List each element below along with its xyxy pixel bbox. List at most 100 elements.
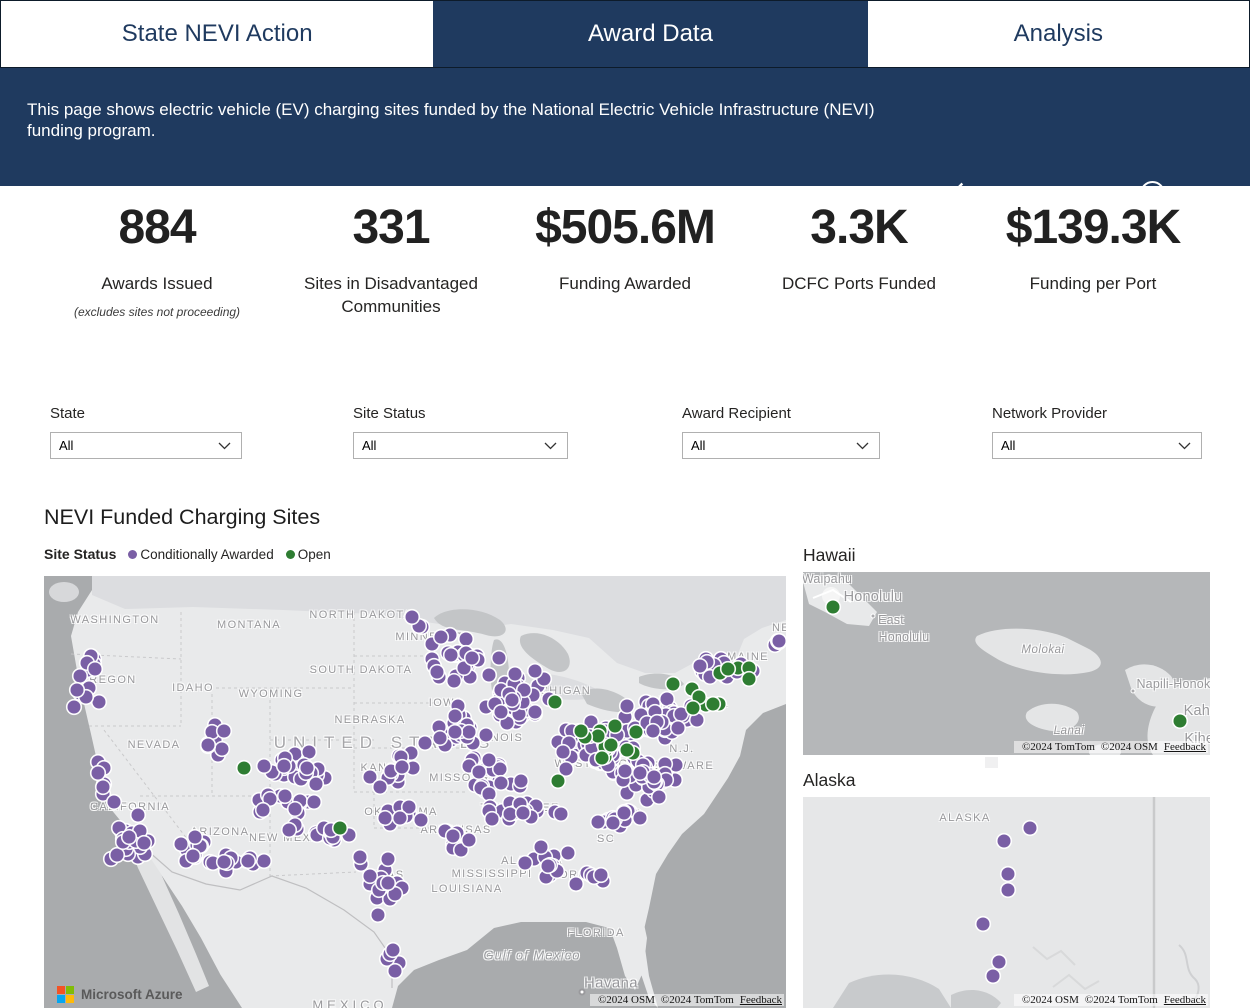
tab-state-nevi-action[interactable]: State NEVI Action <box>1 1 433 67</box>
charging-site-dot[interactable] <box>310 777 323 790</box>
charging-site-dot[interactable] <box>674 707 687 720</box>
charging-site-dot[interactable] <box>1002 868 1015 881</box>
charging-site-dot[interactable] <box>634 767 647 780</box>
charging-site-dot[interactable] <box>466 652 479 665</box>
charging-site-dot[interactable] <box>535 841 548 854</box>
charging-site-dot[interactable] <box>998 835 1011 848</box>
charging-site-dot[interactable] <box>722 662 735 675</box>
charging-site-dot[interactable] <box>302 745 315 758</box>
charging-site-dot[interactable] <box>132 808 145 821</box>
charging-site-dot[interactable] <box>308 796 321 809</box>
tab-analysis[interactable]: Analysis <box>868 1 1249 67</box>
charging-site-dot[interactable] <box>693 659 706 672</box>
charging-site-dot[interactable] <box>661 693 674 706</box>
charging-site-dot[interactable] <box>595 868 608 881</box>
charging-site-dot[interactable] <box>107 796 120 809</box>
filter-dropdown[interactable]: All <box>50 432 242 459</box>
charging-site-dot[interactable] <box>620 743 633 756</box>
charging-site-dot[interactable] <box>175 838 188 851</box>
charging-site-dot[interactable] <box>93 695 106 708</box>
charging-site-dot[interactable] <box>1024 822 1037 835</box>
charging-site-dot[interactable] <box>569 877 582 890</box>
charging-site-dot[interactable] <box>561 847 574 860</box>
charging-site-dot[interactable] <box>690 713 703 726</box>
charging-site-dot[interactable] <box>609 720 622 733</box>
charging-site-dot[interactable] <box>435 631 448 644</box>
charging-site-dot[interactable] <box>89 663 102 676</box>
charging-site-dot[interactable] <box>482 669 495 682</box>
charging-site-dot[interactable] <box>634 812 647 825</box>
charging-site-dot[interactable] <box>492 652 505 665</box>
charging-site-dot[interactable] <box>505 694 518 707</box>
charging-site-dot[interactable] <box>111 848 124 861</box>
charging-site-dot[interactable] <box>1174 715 1187 728</box>
charging-site-dot[interactable] <box>188 830 201 843</box>
charging-site-dot[interactable] <box>977 918 990 931</box>
charging-site-dot[interactable] <box>217 855 230 868</box>
charging-site-dot[interactable] <box>494 762 507 775</box>
charging-site-dot[interactable] <box>256 803 269 816</box>
charging-site-dot[interactable] <box>552 775 565 788</box>
charging-site-dot[interactable] <box>604 738 617 751</box>
charging-site-dot[interactable] <box>993 956 1006 969</box>
charging-site-dot[interactable] <box>373 780 386 793</box>
charging-site-dot[interactable] <box>406 611 419 624</box>
charging-site-dot[interactable] <box>403 800 416 813</box>
charging-site-dot[interactable] <box>619 765 632 778</box>
charging-site-dot[interactable] <box>827 601 840 614</box>
charging-site-dot[interactable] <box>388 965 401 978</box>
charging-site-dot[interactable] <box>138 837 151 850</box>
charging-site-dot[interactable] <box>91 766 104 779</box>
charging-site-dot[interactable] <box>301 762 314 775</box>
charging-site-dot[interactable] <box>707 698 720 711</box>
charging-site-dot[interactable] <box>495 776 508 789</box>
charging-site-dot[interactable] <box>617 806 630 819</box>
charging-site-dot[interactable] <box>186 849 199 862</box>
charging-site-dot[interactable] <box>652 791 665 804</box>
charging-site-dot[interactable] <box>414 814 427 827</box>
charging-site-dot[interactable] <box>773 635 786 648</box>
charging-site-dot[interactable] <box>97 781 110 794</box>
filter-dropdown[interactable]: All <box>992 432 1202 459</box>
alaska-map[interactable]: ©2024 OSM©2024 TomTomFeedback ALASKA <box>803 797 1210 1008</box>
charging-site-dot[interactable] <box>607 817 620 830</box>
charging-site-dot[interactable] <box>460 632 473 645</box>
charging-site-dot[interactable] <box>555 808 568 821</box>
filter-dropdown[interactable]: All <box>353 432 568 459</box>
charging-site-dot[interactable] <box>462 834 475 847</box>
tab-award-data[interactable]: Award Data <box>433 1 867 67</box>
charging-site-dot[interactable] <box>987 970 1000 983</box>
charging-site-dot[interactable] <box>215 742 228 755</box>
charging-site-dot[interactable] <box>666 677 679 690</box>
charging-site-dot[interactable] <box>486 812 499 825</box>
charging-site-dot[interactable] <box>671 721 684 734</box>
charging-site-dot[interactable] <box>647 771 660 784</box>
charging-site-dot[interactable] <box>363 869 376 882</box>
charging-site-dot[interactable] <box>74 669 87 682</box>
charging-site-dot[interactable] <box>419 737 432 750</box>
charging-site-dot[interactable] <box>472 765 485 778</box>
charging-site-dot[interactable] <box>529 665 542 678</box>
charging-site-dot[interactable] <box>334 822 347 835</box>
filter-dropdown[interactable]: All <box>682 432 880 459</box>
charging-site-dot[interactable] <box>517 807 530 820</box>
charging-site-dot[interactable] <box>258 855 271 868</box>
feedback-link[interactable]: Feedback <box>1164 994 1206 1006</box>
charging-site-dot[interactable] <box>68 700 81 713</box>
charging-site-dot[interactable] <box>217 724 230 737</box>
charging-site-dot[interactable] <box>560 763 573 776</box>
charging-site-dot[interactable] <box>448 709 461 722</box>
charging-site-dot[interactable] <box>743 672 756 685</box>
feedback-link[interactable]: Feedback <box>1164 741 1206 753</box>
charging-site-dot[interactable] <box>574 725 587 738</box>
charging-site-dot[interactable] <box>482 787 495 800</box>
charging-site-dot[interactable] <box>123 831 136 844</box>
feedback-link[interactable]: Feedback <box>740 994 782 1006</box>
charging-site-dot[interactable] <box>381 853 394 866</box>
charging-site-dot[interactable] <box>482 753 495 766</box>
charging-site-dot[interactable] <box>515 774 528 787</box>
charging-site-dot[interactable] <box>279 789 292 802</box>
charging-site-dot[interactable] <box>687 701 700 714</box>
charging-site-dot[interactable] <box>283 824 296 837</box>
hawaii-map[interactable]: ©2024 TomTom©2024 OSMFeedback WaipahuHon… <box>803 572 1210 755</box>
